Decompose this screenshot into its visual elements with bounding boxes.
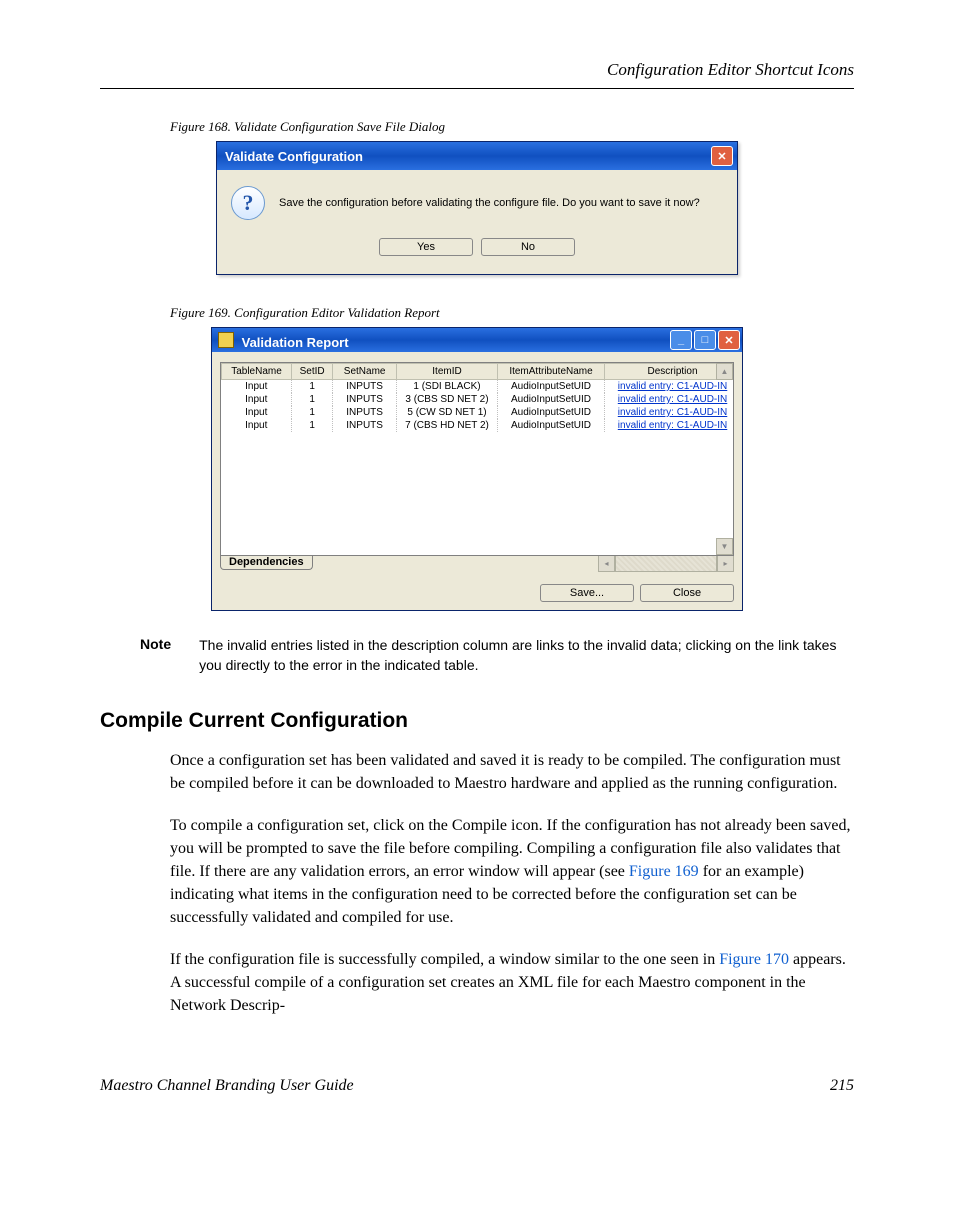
header-rule xyxy=(100,88,854,89)
no-button[interactable]: No xyxy=(481,238,575,256)
cell-description: invalid entry: C1-AUD-IN xyxy=(605,393,734,406)
figure-169-caption: Figure 169. Configuration Editor Validat… xyxy=(170,305,854,321)
cell-table_name: Input xyxy=(222,380,292,394)
col-desc[interactable]: Description xyxy=(605,364,734,380)
cell-set_id: 1 xyxy=(292,419,333,432)
tab-dependencies[interactable]: Dependencies xyxy=(220,555,313,570)
cell-item_id: 7 (CBS HD NET 2) xyxy=(397,419,498,432)
paragraph-1: Once a configuration set has been valida… xyxy=(170,749,854,795)
cell-set_id: 1 xyxy=(292,393,333,406)
para3-text-a: If the configuration file is successfull… xyxy=(170,951,719,968)
maximize-icon[interactable]: □ xyxy=(694,330,716,350)
dialog-titlebar: Validate Configuration ✕ xyxy=(217,142,737,170)
cell-item_attr: AudioInputSetUID xyxy=(497,380,604,394)
close-button[interactable]: Close xyxy=(640,584,734,602)
cell-set_name: INPUTS xyxy=(333,406,397,419)
report-titlebar: Validation Report _ □ ✕ xyxy=(212,328,742,352)
cell-table_name: Input xyxy=(222,393,292,406)
yes-button[interactable]: Yes xyxy=(379,238,473,256)
close-icon[interactable]: ✕ xyxy=(711,146,733,166)
window-icon xyxy=(218,332,234,348)
invalid-entry-link[interactable]: invalid entry: C1-AUD-IN xyxy=(618,407,727,418)
cell-item_attr: AudioInputSetUID xyxy=(497,406,604,419)
table-header-row: TableName SetID SetName ItemID ItemAttri… xyxy=(222,364,735,380)
cell-item_attr: AudioInputSetUID xyxy=(497,393,604,406)
col-setid[interactable]: SetID xyxy=(292,364,333,380)
save-button[interactable]: Save... xyxy=(540,584,634,602)
question-icon: ? xyxy=(231,186,265,220)
page-number: 215 xyxy=(830,1077,854,1095)
close-icon[interactable]: ✕ xyxy=(718,330,740,350)
table-row: Input1INPUTS3 (CBS SD NET 2)AudioInputSe… xyxy=(222,393,735,406)
cell-set_name: INPUTS xyxy=(333,419,397,432)
note-text: The invalid entries listed in the descri… xyxy=(199,636,854,675)
figure-169-link[interactable]: Figure 169 xyxy=(629,863,699,880)
cell-set_id: 1 xyxy=(292,406,333,419)
cell-item_id: 3 (CBS SD NET 2) xyxy=(397,393,498,406)
dialog-message: Save the configuration before validating… xyxy=(279,197,700,209)
scroll-left-icon[interactable]: ◂ xyxy=(598,555,615,572)
validation-report-window: Validation Report _ □ ✕ TableName xyxy=(211,327,743,611)
cell-description: invalid entry: C1-AUD-IN xyxy=(605,419,734,432)
paragraph-2: To compile a configuration set, click on… xyxy=(170,814,854,930)
paragraph-3: If the configuration file is successfull… xyxy=(170,948,854,1018)
table-row: Input1INPUTS1 (SDI BLACK)AudioInputSetUI… xyxy=(222,380,735,394)
scroll-down-icon[interactable]: ▼ xyxy=(716,538,733,555)
scroll-up-icon[interactable]: ▲ xyxy=(716,363,733,380)
page-header: Configuration Editor Shortcut Icons xyxy=(100,60,854,80)
cell-item_id: 1 (SDI BLACK) xyxy=(397,380,498,394)
cell-set_name: INPUTS xyxy=(333,393,397,406)
scroll-right-icon[interactable]: ▸ xyxy=(717,555,734,572)
cell-set_name: INPUTS xyxy=(333,380,397,394)
figure-168-caption: Figure 168. Validate Configuration Save … xyxy=(170,119,854,135)
col-itemid[interactable]: ItemID xyxy=(397,364,498,380)
table-row: Input1INPUTS7 (CBS HD NET 2)AudioInputSe… xyxy=(222,419,735,432)
minimize-icon[interactable]: _ xyxy=(670,330,692,350)
report-grid: TableName SetID SetName ItemID ItemAttri… xyxy=(220,362,734,556)
cell-set_id: 1 xyxy=(292,380,333,394)
section-heading: Compile Current Configuration xyxy=(100,709,854,733)
col-setname[interactable]: SetName xyxy=(333,364,397,380)
col-tablename[interactable]: TableName xyxy=(222,364,292,380)
dialog-title: Validate Configuration xyxy=(225,149,363,164)
cell-description: invalid entry: C1-AUD-IN xyxy=(605,406,734,419)
invalid-entry-link[interactable]: invalid entry: C1-AUD-IN xyxy=(618,381,727,392)
cell-item_id: 5 (CW SD NET 1) xyxy=(397,406,498,419)
cell-description: invalid entry: C1-AUD-IN xyxy=(605,380,734,394)
cell-table_name: Input xyxy=(222,419,292,432)
hscroll-track[interactable] xyxy=(615,555,717,572)
invalid-entry-link[interactable]: invalid entry: C1-AUD-IN xyxy=(618,394,727,405)
validate-config-dialog: Validate Configuration ✕ ? Save the conf… xyxy=(216,141,738,275)
note-label: Note xyxy=(140,636,171,675)
cell-item_attr: AudioInputSetUID xyxy=(497,419,604,432)
col-itemattr[interactable]: ItemAttributeName xyxy=(497,364,604,380)
report-title: Validation Report xyxy=(242,335,349,350)
figure-170-link[interactable]: Figure 170 xyxy=(719,951,789,968)
invalid-entry-link[interactable]: invalid entry: C1-AUD-IN xyxy=(618,420,727,431)
cell-table_name: Input xyxy=(222,406,292,419)
table-row: Input1INPUTS5 (CW SD NET 1)AudioInputSet… xyxy=(222,406,735,419)
footer-title: Maestro Channel Branding User Guide xyxy=(100,1077,354,1095)
